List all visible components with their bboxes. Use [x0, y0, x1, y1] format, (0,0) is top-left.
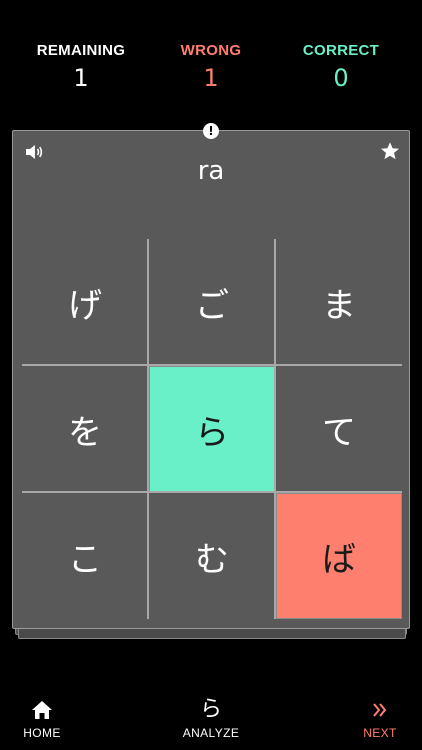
- home-label: HOME: [23, 726, 61, 740]
- next-label: NEXT: [363, 726, 397, 740]
- grid-divider: [147, 239, 149, 619]
- answer-grid: げ ご ま を ら て こ む ば: [22, 239, 402, 619]
- analyze-glyph: ら: [199, 697, 222, 722]
- choice-cell-ra-correct[interactable]: ら: [149, 366, 275, 492]
- double-chevron-right-icon: [350, 698, 410, 722]
- wrong-value: 1: [203, 64, 219, 92]
- correct-label: CORRECT: [302, 42, 380, 59]
- correct-stat: CORRECT 0: [281, 42, 401, 94]
- choice-cell-ma[interactable]: ま: [276, 239, 402, 365]
- remaining-stat: REMAINING 1: [21, 42, 141, 94]
- wrong-label: WRONG: [180, 42, 242, 59]
- home-tab[interactable]: HOME: [12, 698, 72, 740]
- romaji-prompt: ra: [197, 156, 225, 186]
- choice-cell-wo[interactable]: を: [22, 366, 148, 492]
- remaining-label: REMAINING: [36, 42, 126, 59]
- info-icon[interactable]: !: [203, 123, 219, 139]
- choice-cell-go[interactable]: ご: [149, 239, 275, 365]
- choice-cell-ba-wrong[interactable]: ば: [276, 493, 402, 619]
- quiz-card: ! ra げ ご ま を ら て こ む ば: [12, 123, 410, 629]
- choice-cell-ge[interactable]: げ: [22, 239, 148, 365]
- grid-divider: [22, 491, 402, 493]
- analyze-label: ANALYZE: [182, 726, 240, 740]
- choice-cell-te[interactable]: て: [276, 366, 402, 492]
- wrong-stat: WRONG 1: [151, 42, 271, 94]
- correct-value: 0: [333, 64, 349, 92]
- grid-divider: [274, 239, 276, 619]
- choice-cell-mu[interactable]: む: [149, 493, 275, 619]
- grid-divider: [22, 364, 402, 366]
- choice-cell-ko[interactable]: こ: [22, 493, 148, 619]
- remaining-value: 1: [73, 64, 89, 92]
- next-tab[interactable]: NEXT: [350, 698, 410, 740]
- home-icon: [12, 698, 72, 722]
- analyze-tab[interactable]: ら ANALYZE: [171, 697, 251, 741]
